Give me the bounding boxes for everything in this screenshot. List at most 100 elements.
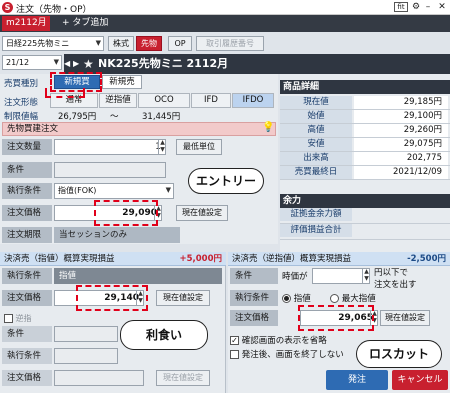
lightbulb-icon[interactable]: 💡: [262, 122, 274, 133]
profit-exec-value[interactable]: 指値: [54, 268, 222, 284]
qty-input[interactable]: 1: [54, 139, 166, 155]
detail-key: 安値: [280, 138, 352, 151]
margin-header: 余力: [280, 194, 450, 208]
futures-button[interactable]: 先物: [136, 36, 162, 51]
app-logo-icon: S: [2, 2, 13, 13]
profit-cond-input: [54, 326, 118, 342]
cond-input: [54, 162, 166, 178]
type-oco[interactable]: OCO: [138, 93, 190, 108]
detail-key: 始値: [280, 110, 352, 123]
detail-row: 高値 29,260円: [280, 124, 450, 138]
limit-high: 31,445円: [142, 112, 181, 122]
exec-label: 執行条件: [2, 183, 52, 199]
detail-key: 出来高: [280, 152, 352, 165]
detail-value: 29,185円: [354, 96, 448, 109]
month-select[interactable]: 21/12 ▼: [2, 55, 62, 70]
profit-panel-header: 決済売（指値）概算実現損益 +5,000円: [0, 252, 226, 266]
margin-key: 証拠金余力額: [280, 208, 352, 221]
keep-open-checkbox[interactable]: 発注後、画面を終了しない: [230, 348, 344, 360]
option-button[interactable]: OP: [168, 36, 192, 51]
profit-exec2-input: [54, 348, 118, 364]
type-ifdo[interactable]: IFDO: [232, 93, 274, 108]
min-unit-button[interactable]: 最低単位: [176, 139, 222, 155]
minimize-icon[interactable]: –: [422, 1, 434, 13]
profit-current-price2-button: 現在値設定: [156, 370, 210, 386]
stop-checkbox[interactable]: 逆指: [4, 313, 32, 324]
month-select-value: 21/12: [6, 58, 30, 67]
detail-key: 高値: [280, 124, 352, 137]
profit-exec-label: 執行条件: [2, 268, 52, 284]
detail-row: 現在値 29,185円: [280, 96, 450, 110]
order-kind-label: 売買種別: [4, 79, 39, 89]
profit-current-price-button[interactable]: 現在値設定: [156, 290, 210, 306]
qty-stepper-icon[interactable]: ▲ ▼: [158, 139, 166, 155]
stop-current-price-button[interactable]: 現在値設定: [380, 310, 430, 326]
detail-value: 202,775: [354, 152, 448, 165]
stop-trigger-stepper-icon[interactable]: ▲ ▼: [362, 268, 370, 284]
trade-history-button[interactable]: 取引履歴番号: [196, 36, 264, 51]
stop-checkbox-label: 逆指: [15, 314, 32, 323]
product-select[interactable]: 日経225先物ミニ ▼: [2, 36, 104, 51]
detail-row: 始値 29,100円: [280, 110, 450, 124]
price-label: 注文価格: [2, 205, 52, 221]
checkbox-icon: [230, 350, 239, 359]
chevron-down-icon: ▼: [95, 39, 101, 47]
margin-key: 評価損益合計: [280, 224, 352, 237]
current-price-button[interactable]: 現在値設定: [176, 205, 228, 221]
detail-row: 出来高 202,775: [280, 152, 450, 166]
entry-callout: エントリー: [188, 168, 264, 194]
qty-label: 注文数量: [2, 139, 52, 155]
chevron-down-icon: ▼: [53, 58, 59, 66]
type-ifd[interactable]: IFD: [191, 93, 231, 108]
stop-exec-opt1[interactable]: 指値: [282, 292, 311, 304]
stop-cond-text-c: 注文を出す: [374, 280, 417, 290]
type-stop[interactable]: 逆指値: [99, 93, 137, 108]
skip-confirm-label: 確認画面の表示を省略: [241, 336, 327, 346]
expiry-select[interactable]: 当セッションのみ: [54, 227, 180, 243]
radio-selected-icon: [282, 294, 291, 303]
window-title: 注文（先物・OP）: [16, 5, 92, 15]
profit-exec2-label: 執行条件: [2, 348, 52, 364]
stop-panel-header: 決済売（逆指値）概算実現損益 -2,500円: [228, 252, 450, 266]
margin-row: 評価損益合計: [280, 224, 450, 240]
highlight-box: [45, 88, 85, 98]
exec-select[interactable]: 指值(FOK) ▼: [54, 183, 174, 199]
settings-icon[interactable]: ⚙: [410, 1, 422, 13]
check-icon: ✓: [230, 336, 239, 345]
stop-cond-text-a: 時価が: [282, 272, 308, 282]
checkbox-icon: [4, 314, 13, 323]
tab-bar: m2112月 + タブ追加: [0, 15, 450, 32]
margin-table: 証拠金余力額 評価損益合計: [280, 208, 450, 240]
radio-icon: [330, 294, 339, 303]
stop-price-label: 注文価格: [230, 310, 278, 326]
next-icon[interactable]: ▶: [73, 54, 81, 74]
detail-key: 現在値: [280, 96, 352, 109]
buy-section-header: 先物買建注文: [2, 122, 276, 136]
prev-icon[interactable]: ◀: [64, 54, 72, 74]
submit-button[interactable]: 発注: [326, 370, 388, 390]
detail-value: 29,260円: [354, 124, 448, 137]
detail-value: 2021/12/09: [354, 166, 448, 179]
limit-low: 26,795円: [58, 112, 97, 122]
stop-exec-opt2-label: 最大指値: [341, 294, 376, 304]
cancel-button[interactable]: キャンセル: [392, 370, 448, 390]
star-icon[interactable]: ★: [83, 54, 97, 74]
detail-value: 29,075円: [354, 138, 448, 151]
skip-confirm-checkbox[interactable]: ✓ 確認画面の表示を省略: [230, 334, 327, 346]
detail-key: 売買最終日: [280, 166, 352, 179]
profit-price2-input: [54, 370, 144, 386]
profit-pl: +5,000円: [179, 254, 222, 264]
pin-icon[interactable]: fit: [394, 2, 408, 12]
stop-cond-text-b: 円以下で: [374, 268, 409, 278]
tab-m2112[interactable]: m2112月: [2, 16, 50, 31]
profit-panel-title: 決済売（指値）概算実現損益: [4, 254, 115, 264]
profit-price2-label: 注文価格: [2, 370, 52, 386]
stop-pl: -2,500円: [407, 254, 446, 264]
stock-button[interactable]: 株式: [108, 36, 134, 51]
close-icon[interactable]: ✕: [436, 1, 448, 13]
stop-exec-opt2[interactable]: 最大指値: [330, 292, 376, 304]
new-sell-toggle[interactable]: 新規売: [102, 75, 142, 89]
profit-price-label: 注文価格: [2, 290, 52, 306]
stop-panel-title: 決済売（逆指値）概算実現損益: [232, 254, 352, 264]
add-tab-button[interactable]: + タブ追加: [62, 16, 108, 31]
